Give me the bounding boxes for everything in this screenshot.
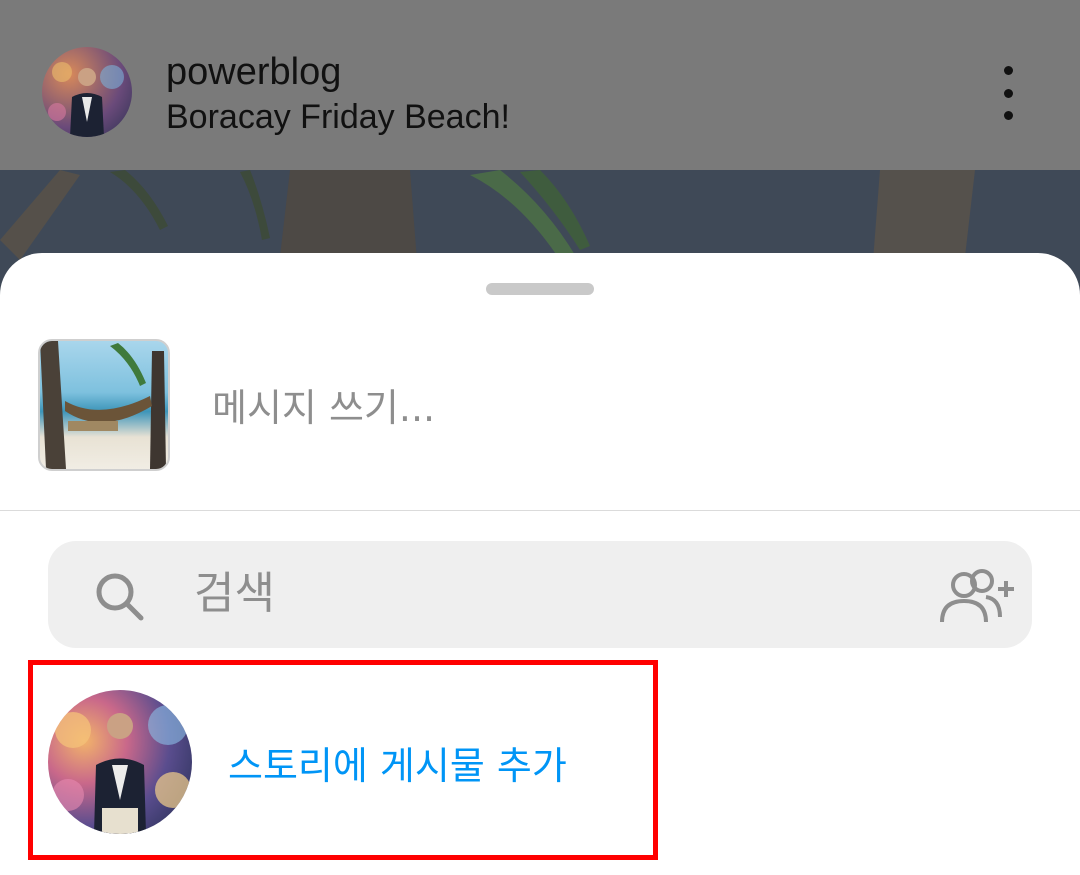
dot [1003, 111, 1013, 120]
message-input[interactable]: 메시지 쓰기... [212, 383, 435, 433]
share-bottom-sheet: 메시지 쓰기... 검색 스토리에 게시물 추가 [0, 253, 1080, 875]
post-username[interactable]: powerblog [166, 50, 341, 94]
story-avatar [48, 690, 192, 834]
divider [0, 510, 1080, 511]
search-field[interactable]: 검색 [48, 541, 1032, 648]
post-thumbnail [38, 339, 170, 471]
person-avatar-image [48, 62, 124, 137]
add-people-icon[interactable] [938, 567, 1014, 625]
add-to-story-row[interactable]: 스토리에 게시물 추가 [0, 658, 1080, 868]
hammock-beach-image [40, 341, 166, 469]
person-avatar-image [52, 705, 191, 834]
dot [1003, 66, 1013, 75]
dot [1003, 88, 1013, 98]
add-post-to-story-label[interactable]: 스토리에 게시물 추가 [228, 741, 567, 791]
more-vertical-icon[interactable] [990, 66, 1026, 120]
post-caption: Boracay Friday Beach! [166, 98, 510, 136]
search-icon [96, 573, 144, 621]
header-avatar[interactable] [42, 47, 132, 137]
post-header: powerblog Boracay Friday Beach! [0, 0, 1080, 170]
drag-handle[interactable] [486, 283, 594, 295]
search-input[interactable]: 검색 [194, 565, 275, 623]
